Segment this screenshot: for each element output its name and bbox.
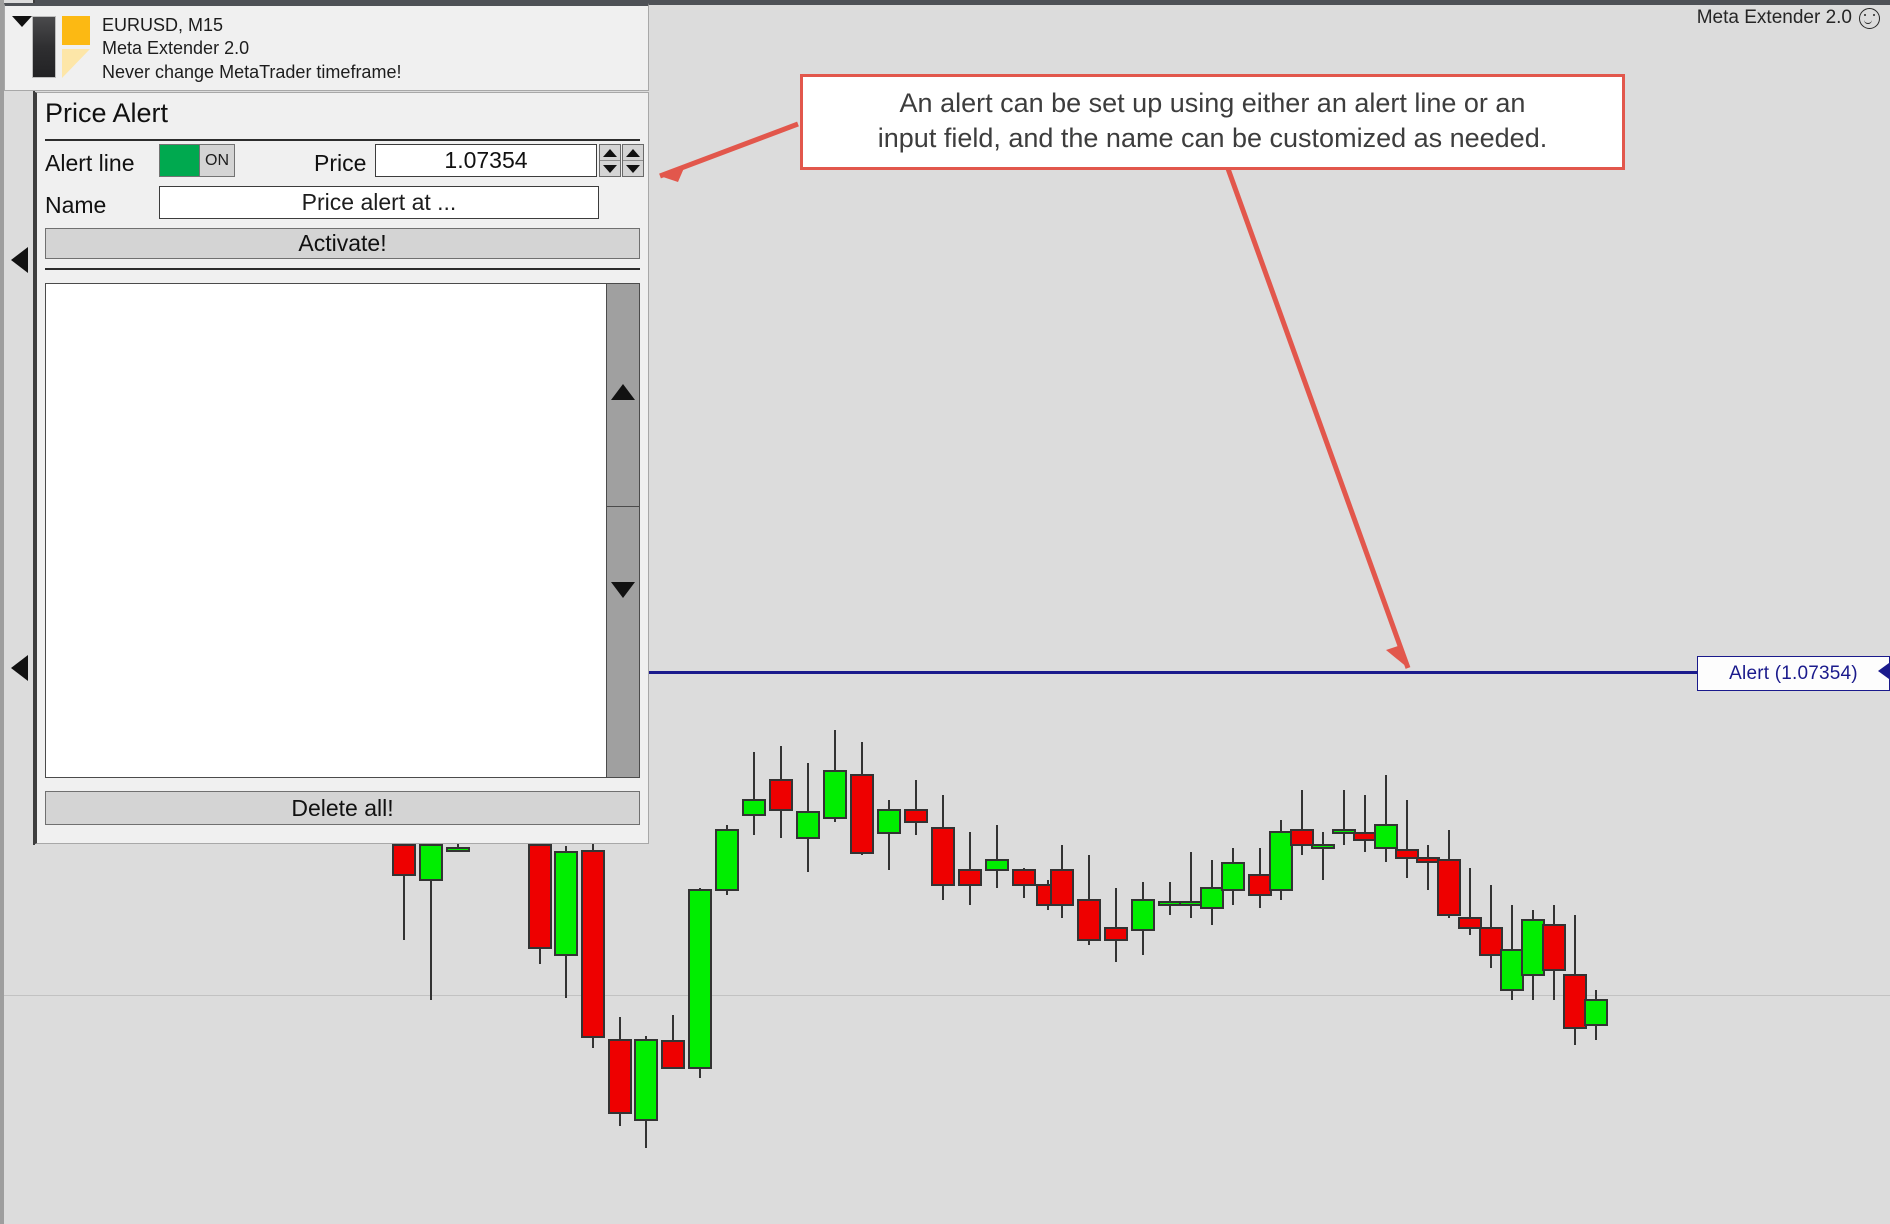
candlestick: [661, 1015, 685, 1069]
candlestick: [1479, 885, 1503, 968]
price-input[interactable]: 1.07354: [375, 144, 597, 177]
delete-all-button[interactable]: Delete all!: [45, 791, 640, 825]
candlestick: [634, 1036, 658, 1148]
brand-label-text: Meta Extender 2.0: [1696, 7, 1852, 28]
chevron-down-icon[interactable]: [12, 16, 32, 27]
brand-label-right: Meta Extender 2.0: [1697, 7, 1880, 29]
candlestick: [1458, 868, 1482, 935]
candlestick: [985, 825, 1009, 888]
candlestick: [1416, 845, 1440, 890]
candlestick: [1050, 845, 1074, 918]
activate-button[interactable]: Activate!: [45, 228, 640, 259]
alert-line-toggle[interactable]: ON: [159, 144, 235, 177]
candlestick: [1200, 860, 1224, 925]
candlestick: [1311, 832, 1335, 880]
alert-price-label[interactable]: Alert (1.07354): [1697, 656, 1890, 691]
candlestick: [1584, 990, 1608, 1040]
candlestick: [715, 825, 739, 895]
candlestick: [850, 742, 874, 855]
alert-price-label-text: Alert (1.07354): [1729, 662, 1858, 684]
candlestick: [769, 746, 793, 838]
panel-header-text: EURUSD, M15 Meta Extender 2.0 Never chan…: [102, 14, 401, 84]
candlestick: [904, 780, 928, 835]
price-alert-panel: EURUSD, M15 Meta Extender 2.0 Never chan…: [0, 0, 649, 847]
toggle-state-label: ON: [199, 145, 234, 176]
candlestick: [1521, 910, 1545, 1000]
alert-list-scrollbar[interactable]: [607, 284, 639, 777]
app-window: Meta Extender 2.0 Alert (1.07354) An ale…: [0, 0, 1890, 1224]
triangle-down-icon[interactable]: [607, 582, 639, 598]
alert-price-line[interactable]: [648, 671, 1780, 674]
candlestick: [581, 841, 605, 1048]
price-label: Price: [314, 150, 367, 176]
timeframe-warning: Never change MetaTrader timeframe!: [102, 61, 402, 82]
candlestick: [1221, 848, 1245, 905]
candlestick: [796, 763, 820, 872]
price-step-up-fine-button[interactable]: [623, 145, 643, 161]
section-divider: [45, 139, 640, 141]
price-step-up-button[interactable]: [600, 145, 620, 161]
scrollbar-thumb-divider: [607, 506, 639, 507]
candlestick: [1269, 820, 1293, 900]
candlestick: [419, 840, 443, 1000]
candlestick: [1158, 882, 1182, 915]
panel-divider: [45, 268, 640, 270]
candlestick: [1248, 848, 1272, 908]
panel-header: EURUSD, M15 Meta Extender 2.0 Never chan…: [4, 3, 649, 91]
candlestick: [1077, 855, 1101, 945]
toggle-knob: [160, 145, 199, 176]
price-step-down-fine-button[interactable]: [623, 161, 643, 176]
smiley-icon: [1859, 7, 1880, 29]
annotation-line-1: An alert can be set up using either an a…: [899, 88, 1526, 118]
symbol-timeframe: EURUSD, M15: [102, 15, 224, 35]
candlestick: [931, 795, 955, 900]
alert-list[interactable]: [46, 284, 607, 777]
price-step-down-button[interactable]: [600, 161, 620, 176]
price-stepper-coarse[interactable]: [599, 144, 621, 177]
annotation-line-2: input field, and the name can be customi…: [877, 122, 1548, 153]
product-name: Meta Extender 2.0: [102, 38, 250, 59]
candlestick: [1395, 800, 1419, 878]
candlestick: [392, 840, 416, 940]
delete-all-button-label: Delete all!: [291, 794, 394, 821]
candlestick: [1437, 830, 1461, 918]
candlestick: [1332, 790, 1356, 845]
name-label: Name: [45, 192, 107, 218]
alert-label-arrow-icon: [1878, 663, 1889, 679]
candlestick: [742, 752, 766, 835]
panel-body: Price Alert Alert line ON Price 1.07354 …: [35, 92, 649, 844]
candlestick: [1563, 915, 1587, 1045]
candlestick: [554, 846, 578, 998]
alert-list-box[interactable]: [45, 283, 640, 778]
annotation-callout: An alert can be set up using either an a…: [800, 74, 1625, 171]
price-stepper-fine[interactable]: [622, 144, 644, 177]
candlestick: [688, 888, 712, 1078]
candlestick: [1290, 790, 1314, 855]
candlestick: [1353, 795, 1377, 852]
name-input[interactable]: Price alert at ...: [159, 186, 599, 219]
candlestick: [1374, 775, 1398, 862]
candlestick: [1131, 882, 1155, 955]
candlestick: [1012, 868, 1036, 898]
candlestick: [608, 1017, 632, 1126]
page-title: Price Alert: [45, 98, 169, 128]
candlestick: [528, 841, 552, 964]
candlestick: [877, 800, 901, 870]
meta-extender-logo-icon: [32, 16, 90, 78]
candlestick: [958, 832, 982, 905]
candlestick: [1104, 888, 1128, 962]
triangle-up-icon[interactable]: [607, 384, 639, 400]
activate-button-label: Activate!: [298, 230, 387, 256]
candlestick: [1542, 905, 1566, 1000]
alert-line-label: Alert line: [45, 150, 135, 176]
candlestick: [1500, 905, 1524, 1000]
candlestick: [823, 730, 847, 822]
candlestick: [1179, 852, 1203, 918]
